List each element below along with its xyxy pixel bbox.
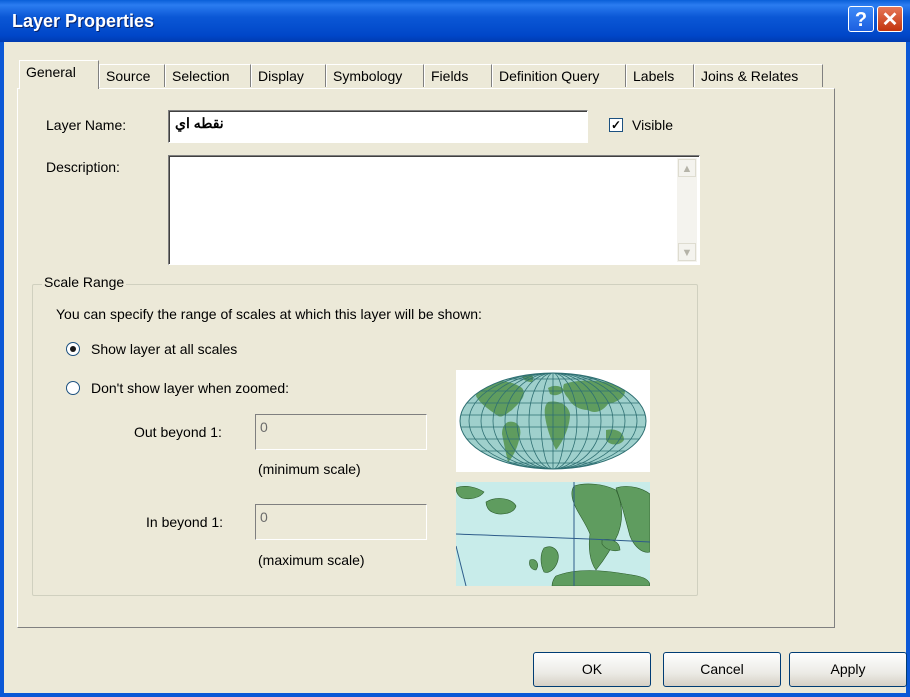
title-bar: Layer Properties ? ✕ xyxy=(0,0,910,42)
tab-display[interactable]: Display xyxy=(251,64,326,87)
world-map-image xyxy=(456,370,650,472)
apply-button[interactable]: Apply xyxy=(789,652,907,687)
description-input[interactable]: ▲ ▼ xyxy=(168,155,700,265)
tab-source[interactable]: Source xyxy=(99,64,165,87)
description-scrollbar[interactable]: ▲ ▼ xyxy=(677,158,697,262)
out-beyond-input[interactable]: 0 xyxy=(255,414,427,450)
window-title: Layer Properties xyxy=(12,11,155,31)
europe-map-image xyxy=(456,482,650,586)
tab-labels[interactable]: Labels xyxy=(626,64,694,87)
tab-definition-query[interactable]: Definition Query xyxy=(492,64,626,87)
dont-show-zoomed-radio[interactable] xyxy=(66,381,80,395)
cancel-button[interactable]: Cancel xyxy=(663,652,781,687)
window-frame-bottom xyxy=(0,693,910,697)
visible-label: Visible xyxy=(632,117,673,133)
out-beyond-hint: (minimum scale) xyxy=(258,461,361,477)
scroll-up-icon[interactable]: ▲ xyxy=(678,159,696,177)
ok-button[interactable]: OK xyxy=(533,652,651,687)
in-beyond-label: In beyond 1: xyxy=(146,514,224,530)
tab-general[interactable]: General xyxy=(19,60,99,89)
dont-show-zoomed-label: Don't show layer when zoomed: xyxy=(91,380,289,396)
visible-checkbox[interactable]: ✓ xyxy=(609,118,623,132)
layer-name-input[interactable]: نقطه اي xyxy=(168,110,588,143)
show-all-scales-label: Show layer at all scales xyxy=(91,341,238,357)
window-frame-left xyxy=(0,42,4,697)
show-all-scales-radio[interactable] xyxy=(66,342,80,356)
scale-range-info: You can specify the range of scales at w… xyxy=(56,306,482,322)
tab-selection[interactable]: Selection xyxy=(165,64,251,87)
out-beyond-label: Out beyond 1: xyxy=(134,424,222,440)
close-icon: ✕ xyxy=(881,9,899,31)
in-beyond-input[interactable]: 0 xyxy=(255,504,427,540)
tab-symbology[interactable]: Symbology xyxy=(326,64,424,87)
layer-name-label: Layer Name: xyxy=(46,117,127,133)
tab-joins-relates[interactable]: Joins & Relates xyxy=(694,64,823,87)
scale-range-title: Scale Range xyxy=(42,274,127,290)
help-icon: ? xyxy=(854,9,868,31)
scroll-down-icon[interactable]: ▼ xyxy=(678,243,696,261)
checkmark-icon: ✓ xyxy=(610,118,622,132)
description-label: Description: xyxy=(46,159,120,175)
help-button[interactable]: ? xyxy=(848,6,874,32)
window-frame-right xyxy=(906,42,910,697)
tab-fields[interactable]: Fields xyxy=(424,64,492,87)
in-beyond-hint: (maximum scale) xyxy=(258,552,365,568)
close-button[interactable]: ✕ xyxy=(877,6,903,32)
